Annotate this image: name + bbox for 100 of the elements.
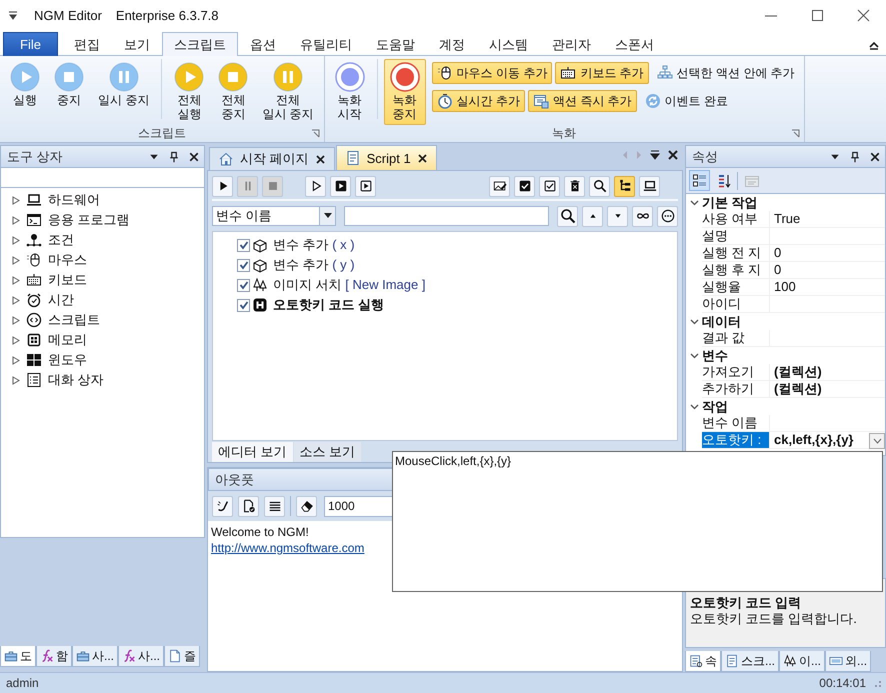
- dropdown-button[interactable]: [869, 432, 885, 448]
- file-menu-button[interactable]: File: [3, 32, 58, 56]
- ribbon-button[interactable]: 전체 중지: [212, 59, 254, 125]
- action-label[interactable]: 변수 추가 ( x ): [273, 236, 355, 254]
- number-field[interactable]: 1000: [324, 496, 394, 516]
- property-value[interactable]: 0: [770, 262, 885, 279]
- toolbar-button[interactable]: [305, 176, 326, 196]
- toolbar-button[interactable]: [557, 206, 578, 226]
- document-tab[interactable]: 시작 페이지: [209, 147, 335, 170]
- ribbon-button[interactable]: 선택한 액션 안에 추가: [652, 62, 800, 84]
- property-name[interactable]: 설명: [702, 228, 770, 245]
- action-label[interactable]: 오토핫키 코드 실행: [273, 296, 384, 314]
- tree-item[interactable]: 키보드: [48, 271, 87, 289]
- close-icon[interactable]: [416, 152, 428, 164]
- panel-tab[interactable]: 함: [36, 646, 72, 667]
- panel-tab[interactable]: 즐: [164, 646, 200, 667]
- panel-tab[interactable]: 도: [0, 646, 36, 667]
- ribbon-button[interactable]: 실시간 추가: [432, 90, 526, 112]
- tree-item[interactable]: 조건: [48, 231, 74, 249]
- close-icon[interactable]: [869, 150, 881, 162]
- toolbar-button[interactable]: [330, 176, 351, 196]
- ribbon-tab[interactable]: 스크립트: [162, 32, 238, 57]
- expander-icon[interactable]: [11, 216, 20, 224]
- chevron-icon[interactable]: [690, 198, 698, 207]
- ribbon-button[interactable]: 전체 실행: [168, 59, 210, 125]
- ribbon-button[interactable]: 액션 즉시 추가: [528, 90, 637, 112]
- dialog-launcher-icon[interactable]: [310, 129, 320, 138]
- expander-icon[interactable]: [11, 376, 20, 384]
- panel-tab[interactable]: 속: [685, 651, 721, 672]
- maximize-icon[interactable]: [810, 8, 824, 22]
- toolbar-button[interactable]: [355, 176, 376, 196]
- toolbar-button[interactable]: [689, 170, 710, 191]
- toolbar-button[interactable]: [238, 496, 259, 516]
- ribbon-tab[interactable]: 옵션: [238, 32, 288, 56]
- property-value[interactable]: (컬렉션): [770, 381, 885, 398]
- property-name[interactable]: 사용 여부: [702, 211, 770, 228]
- ribbon-button[interactable]: 이벤트 완료: [640, 90, 734, 112]
- ribbon-button[interactable]: 키보드 추가: [555, 62, 649, 84]
- ribbon-tab[interactable]: 도움말: [364, 32, 427, 56]
- ribbon-tab[interactable]: 시스템: [477, 32, 540, 56]
- quick-access-icon[interactable]: [8, 10, 18, 20]
- link[interactable]: http://www.ngmsoftware.com: [211, 541, 364, 555]
- tree-item[interactable]: 메모리: [48, 331, 87, 349]
- view-tab[interactable]: 소스 보기: [294, 442, 362, 462]
- close-icon[interactable]: [188, 150, 200, 162]
- expander-icon[interactable]: [11, 236, 20, 244]
- toolbar-button[interactable]: [639, 176, 660, 196]
- checkbox[interactable]: [237, 238, 250, 252]
- toolbar-button[interactable]: [614, 176, 635, 196]
- tree-item[interactable]: 대화 상자: [48, 371, 104, 389]
- toolbar-button[interactable]: [212, 176, 233, 196]
- ribbon-button[interactable]: 실행: [4, 59, 46, 111]
- tree-item[interactable]: 응용 프로그램: [48, 211, 130, 229]
- close-icon[interactable]: [856, 8, 870, 22]
- toolbar-button[interactable]: [264, 496, 285, 516]
- ribbon-button[interactable]: 중지: [48, 59, 90, 111]
- pin-icon[interactable]: [168, 150, 180, 162]
- chevron-icon[interactable]: [690, 351, 698, 360]
- property-name[interactable]: 추가하기: [702, 381, 770, 398]
- ribbon-tab[interactable]: 편집: [62, 32, 112, 56]
- panel-tab[interactable]: 스크...: [721, 651, 780, 672]
- property-name[interactable]: 실행율: [702, 279, 770, 296]
- tree-item[interactable]: 시간: [48, 291, 74, 309]
- checkbox[interactable]: [237, 278, 250, 292]
- dropdown-icon[interactable]: [649, 149, 661, 161]
- ribbon-tab[interactable]: 스폰서: [603, 32, 666, 56]
- view-tab[interactable]: 에디터 보기: [212, 442, 293, 462]
- toolbar-button[interactable]: [564, 176, 585, 196]
- dialog-launcher-icon[interactable]: [790, 129, 800, 138]
- chevron-icon[interactable]: [690, 317, 698, 326]
- close-icon[interactable]: [667, 149, 679, 161]
- ribbon-button[interactable]: 녹화 중지: [384, 59, 426, 125]
- ribbon-button[interactable]: 전체 일시 중지: [256, 59, 320, 125]
- toolbar-button[interactable]: [632, 206, 653, 226]
- toolbar-button[interactable]: [589, 176, 610, 196]
- ribbon-tab[interactable]: 관리자: [540, 32, 603, 56]
- property-value[interactable]: 0: [770, 245, 885, 262]
- ribbon-tab[interactable]: 유틸리티: [288, 32, 364, 56]
- action-label[interactable]: 이미지 서치 [ New Image ]: [273, 276, 426, 294]
- pin-icon[interactable]: [849, 150, 861, 162]
- ribbon-button[interactable]: 녹화 시작: [328, 59, 371, 125]
- property-name[interactable]: 결과 값: [702, 330, 770, 347]
- property-name[interactable]: 실행 전 지: [702, 245, 770, 262]
- expander-icon[interactable]: [11, 296, 20, 304]
- search-field[interactable]: [344, 206, 549, 226]
- tree-item[interactable]: 윈도우: [48, 351, 87, 369]
- toolbar-button[interactable]: [514, 176, 535, 196]
- checkbox[interactable]: [237, 298, 250, 312]
- property-value[interactable]: True: [770, 211, 885, 228]
- property-name[interactable]: 아이디: [702, 296, 770, 313]
- action-label[interactable]: 변수 추가 ( y ): [273, 256, 355, 274]
- document-tab[interactable]: Script 1: [336, 145, 437, 170]
- chevron-icon[interactable]: [690, 402, 698, 411]
- property-value[interactable]: (컬렉션): [770, 364, 885, 381]
- property-value[interactable]: 100: [770, 279, 885, 296]
- ribbon-tab[interactable]: 계정: [427, 32, 477, 56]
- panel-tab[interactable]: 이...: [779, 651, 826, 672]
- toolbar-button[interactable]: [539, 176, 560, 196]
- property-name[interactable]: 오토핫키 :: [702, 432, 770, 449]
- tree-item[interactable]: 마우스: [48, 251, 87, 269]
